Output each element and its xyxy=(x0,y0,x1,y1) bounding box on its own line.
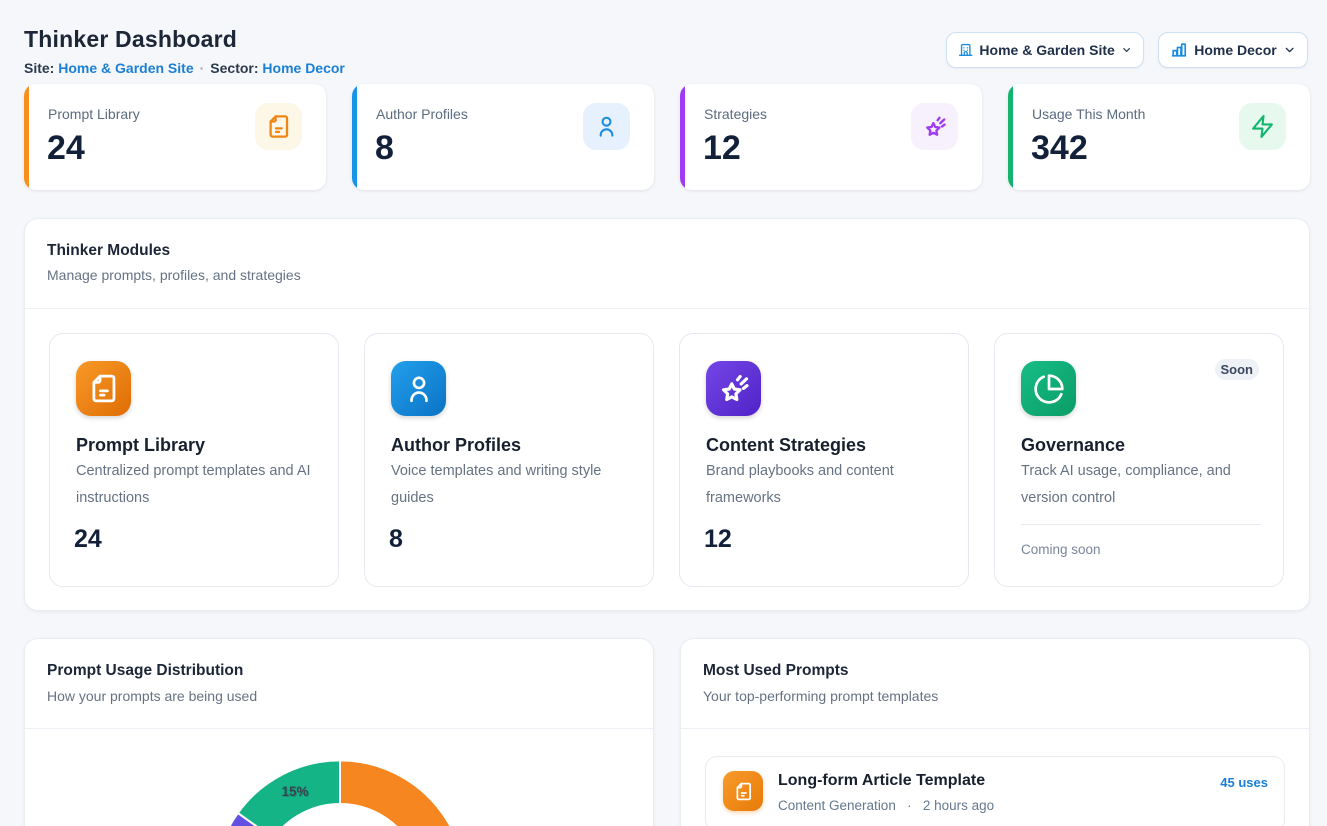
svg-text:15%: 15% xyxy=(281,784,308,799)
